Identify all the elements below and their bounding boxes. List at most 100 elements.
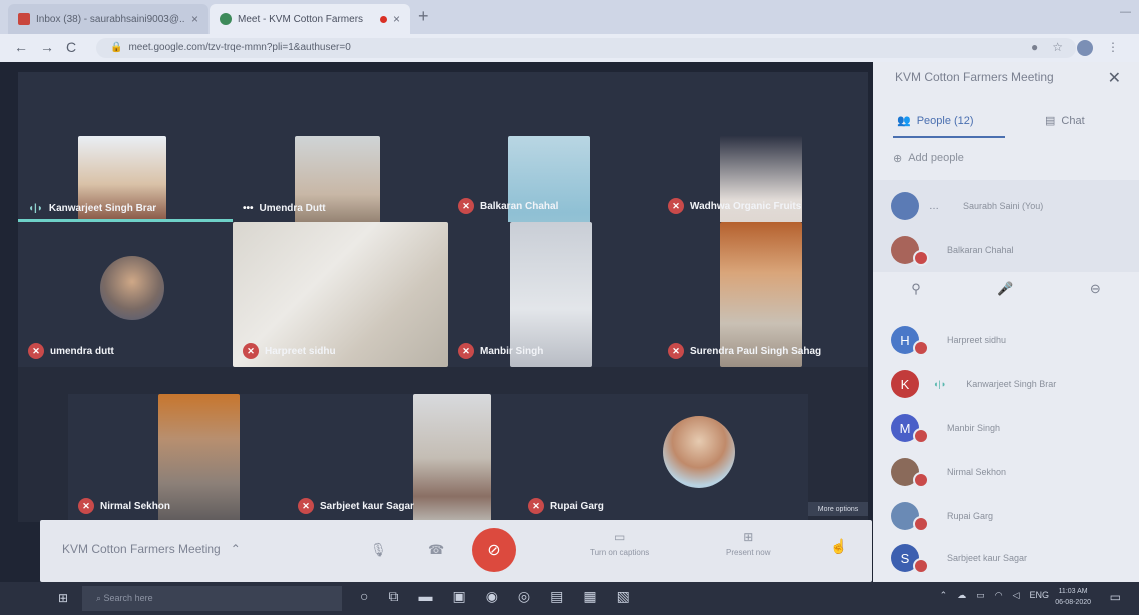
tab-people[interactable]: 👥 People (12) — [897, 114, 974, 128]
wifi-icon[interactable]: ◠ — [995, 590, 1003, 601]
close-icon[interactable]: × — [393, 12, 400, 26]
video-grid: ◖|◗ Kanwarjeet Singh Brar ••• Umendra Dutt… — [18, 72, 868, 522]
camera-off-icon: ⊘ — [487, 542, 501, 559]
participant-tile[interactable]: ✕ Rupai Garg — [518, 394, 808, 522]
participant-name: Manbir Singh — [947, 423, 1001, 433]
participant-actions: ⚲ 🎤 ⊖ — [873, 274, 1139, 304]
mic-off-icon — [913, 516, 929, 532]
hand-raise-button[interactable]: ☝ — [830, 538, 847, 555]
participant-name-label: ✕ umendra dutt — [28, 343, 114, 359]
volume-icon[interactable]: ◁ — [1013, 590, 1020, 601]
chevron-up-icon[interactable]: ⌃ — [940, 590, 948, 601]
hangup-small-button[interactable]: ☎ — [428, 542, 444, 558]
file-explorer-icon[interactable]: ▬ — [418, 588, 432, 605]
forward-icon[interactable]: → — [40, 39, 54, 55]
pin-icon[interactable]: ⚲ — [911, 281, 921, 297]
participant-tile[interactable]: ✕ Wadhwa Organic Fruits — [658, 72, 868, 222]
minimize-icon[interactable]: — — [1120, 6, 1131, 18]
participant-name: Saurabh Saini (You) — [963, 201, 1044, 211]
tab-gmail[interactable]: Inbox (38) - saurabhsaini9003@... × — [8, 4, 208, 34]
participant-tile[interactable]: ••• Umendra Dutt — [233, 72, 448, 222]
profile-icon[interactable] — [1077, 40, 1093, 56]
participant-name-label: ◖|◗ Kanwarjeet Singh Brar — [28, 203, 157, 214]
edge-icon[interactable]: ◉ — [486, 588, 498, 605]
avatar — [891, 502, 929, 532]
taskbar-apps: ○ ⧉ ▬ ▣ ◉ ◎ ▤ ▦ ▧ — [360, 588, 630, 605]
tab-title: Inbox (38) - saurabhsaini9003@... — [36, 13, 185, 25]
participant-name: Harpreet sidhu — [947, 335, 1007, 345]
participant-name-label: ✕ Wadhwa Organic Fruits — [668, 198, 801, 214]
meeting-details-button[interactable]: KVM Cotton Farmers Meeting ⌃ — [62, 542, 241, 556]
mic-off-icon: ✕ — [28, 343, 44, 359]
captions-button[interactable]: ▭ Turn on captions — [590, 530, 649, 557]
participant-name-label: ✕ Harpreet sidhu — [243, 343, 336, 359]
participant-row[interactable]: … Saurabh Saini (You) — [891, 192, 1043, 220]
participant-row[interactable]: K ◖|◗ Kanwarjeet Singh Brar — [891, 370, 1056, 398]
panel-title: KVM Cotton Farmers Meeting — [895, 70, 1054, 84]
participant-row[interactable]: Rupai Garg — [891, 502, 993, 532]
taskbar-search[interactable]: ⌕ Search here — [82, 586, 342, 611]
participant-tile[interactable]: ✕ Surendra Paul Singh Sahag — [658, 222, 868, 367]
reload-icon[interactable]: C — [66, 39, 76, 55]
participant-row[interactable]: Balkaran Chahal — [891, 236, 1014, 266]
star-icon[interactable]: ☆ — [1052, 40, 1063, 56]
task-view-icon[interactable]: ⧉ — [388, 588, 398, 605]
participant-row[interactable]: H Harpreet sidhu — [891, 326, 1007, 356]
present-now-button[interactable]: ⊞ Present now — [726, 530, 770, 557]
close-icon[interactable]: × — [191, 12, 198, 26]
taskbar: ⊞ ⌕ Search here ○ ⧉ ▬ ▣ ◉ ◎ ▤ ▦ ▧ ⌃ ☁ ▭ … — [0, 582, 1139, 615]
more-options-button[interactable]: More options — [808, 502, 868, 516]
participant-video — [158, 394, 240, 522]
participant-name-label: ✕ Sarbjeet kaur Sagar — [298, 498, 414, 514]
participant-tile[interactable]: ◖|◗ Kanwarjeet Singh Brar — [18, 72, 233, 222]
back-icon[interactable]: ← — [14, 39, 28, 55]
tab-meet[interactable]: Meet - KVM Cotton Farmers × — [210, 4, 410, 34]
camera-off-button[interactable]: ⊘ — [472, 528, 516, 572]
phone-icon: ☎ — [428, 542, 445, 557]
participant-name: Kanwarjeet Singh Brar — [966, 379, 1057, 389]
microphone-button[interactable]: 🎙 — [370, 542, 387, 558]
remove-icon[interactable]: ⊖ — [1090, 281, 1101, 297]
participant-video — [413, 394, 491, 522]
cortana-icon[interactable]: ○ — [360, 588, 368, 605]
photos-icon[interactable]: ▧ — [617, 588, 630, 605]
avatar: M — [891, 414, 929, 444]
mic-off-icon: ✕ — [668, 343, 684, 359]
close-icon[interactable]: ✕ — [1108, 68, 1121, 88]
new-tab-button[interactable]: + — [418, 6, 429, 27]
participant-tile[interactable]: ✕ Sarbjeet kaur Sagar — [288, 394, 518, 522]
app-icon[interactable]: ▦ — [583, 588, 596, 605]
participant-tile[interactable]: ✕ umendra dutt — [18, 222, 233, 367]
mic-off-icon — [913, 250, 929, 266]
windows-start-icon[interactable]: ⊞ — [58, 591, 68, 605]
participant-row[interactable]: S Sarbjeet kaur Sagar — [891, 544, 1027, 574]
address-bar-row: ← → C 🔒 meet.google.com/tzv-trqe-mmn?pli=… — [0, 34, 1139, 62]
add-people-button[interactable]: ⊕ Add people — [893, 152, 964, 165]
participant-tile[interactable]: ✕ Harpreet sidhu — [233, 222, 448, 367]
participant-tile[interactable]: ✕ Nirmal Sekhon — [68, 394, 288, 522]
mute-icon[interactable]: 🎤 — [997, 281, 1013, 297]
active-tab-indicator — [893, 136, 1005, 138]
participant-row[interactable]: M Manbir Singh — [891, 414, 1001, 444]
people-icon: 👥 — [897, 115, 911, 127]
cloud-icon[interactable]: ☁ — [957, 590, 966, 601]
language-indicator[interactable]: ENG — [1029, 590, 1049, 601]
menu-icon[interactable]: ⋮ — [1107, 40, 1119, 56]
participant-tile[interactable]: ✕ Manbir Singh — [448, 222, 658, 367]
url-field[interactable]: 🔒 meet.google.com/tzv-trqe-mmn?pli=1&auth… — [96, 38, 1076, 58]
chrome-icon[interactable]: ◎ — [518, 588, 530, 605]
battery-icon[interactable]: ▭ — [976, 590, 985, 601]
mic-off-icon — [913, 472, 929, 488]
participant-row[interactable]: Nirmal Sekhon — [891, 458, 1006, 488]
participant-name-label: ✕ Balkaran Chahal — [458, 198, 558, 214]
onenote-icon[interactable]: ▣ — [452, 588, 465, 605]
store-icon[interactable]: ▤ — [550, 588, 563, 605]
participant-tile[interactable]: ✕ Balkaran Chahal — [448, 72, 658, 222]
key-icon[interactable]: ● — [1031, 40, 1038, 56]
more-icon: … — [929, 200, 939, 212]
mic-off-icon: ✕ — [528, 498, 544, 514]
clock[interactable]: 11:03 AM 06-08-2020 — [1055, 586, 1091, 608]
tab-chat[interactable]: ▤ Chat — [1045, 114, 1085, 128]
notification-icon[interactable]: ▭ — [1110, 590, 1121, 604]
participant-name-label: ••• Umendra Dutt — [243, 203, 326, 214]
